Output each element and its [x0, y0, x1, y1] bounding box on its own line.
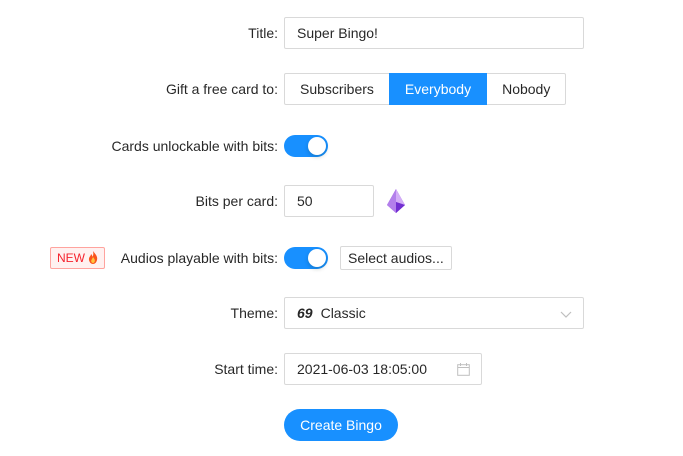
gift-row: Gift a free card to: Subscribers Everybo… [0, 73, 683, 105]
new-badge: NEW [50, 247, 106, 269]
cards-unlockable-row: Cards unlockable with bits: [0, 130, 683, 162]
switch-knob [308, 137, 326, 155]
start-time-label: Start time: [214, 361, 278, 377]
gift-option-nobody[interactable]: Nobody [486, 73, 567, 105]
start-time-field-wrap: 2021-06-03 18:05:00 [284, 353, 482, 385]
switch-knob [308, 249, 326, 267]
audios-label: Audios playable with bits: [120, 250, 278, 266]
title-input[interactable]: Super Bingo! [284, 17, 584, 49]
chevron-down-icon [560, 311, 572, 318]
gift-option-everybody[interactable]: Everybody [388, 73, 488, 105]
start-time-value: 2021-06-03 18:05:00 [297, 361, 427, 377]
audios-row: NEW Audios playable with bits: Select au… [0, 242, 683, 274]
theme-label: Theme: [230, 305, 278, 321]
theme-value: Classic [320, 305, 366, 321]
theme-field-wrap: 69 Classic [284, 297, 584, 329]
title-label: Title: [248, 25, 278, 41]
gift-segmented-control: Subscribers Everybody Nobody [284, 73, 567, 105]
create-bingo-button[interactable]: Create Bingo [284, 409, 398, 441]
gift-option-subscribers[interactable]: Subscribers [284, 73, 390, 105]
bits-per-card-label: Bits per card: [195, 193, 278, 209]
cards-unlockable-switch[interactable] [284, 135, 328, 157]
audios-switch[interactable] [284, 247, 328, 269]
title-row: Title: Super Bingo! [0, 17, 683, 49]
start-time-row: Start time: 2021-06-03 18:05:00 [0, 353, 683, 385]
gift-label: Gift a free card to: [165, 81, 278, 97]
calendar-icon [457, 363, 470, 376]
bits-per-card-field-wrap: 50 [284, 185, 374, 217]
title-field-wrap: Super Bingo! [284, 17, 584, 49]
fire-icon [89, 251, 98, 264]
bits-gem-icon [387, 189, 405, 213]
theme-icon: 69 [297, 305, 313, 321]
cards-unlockable-label: Cards unlockable with bits: [111, 138, 278, 154]
theme-row: Theme: 69 Classic [0, 297, 683, 329]
select-audios-button[interactable]: Select audios... [340, 246, 452, 270]
bits-per-card-row: Bits per card: 50 [0, 185, 683, 217]
bits-per-card-input[interactable]: 50 [284, 185, 374, 217]
start-time-picker[interactable]: 2021-06-03 18:05:00 [284, 353, 482, 385]
theme-select[interactable]: 69 Classic [284, 297, 584, 329]
